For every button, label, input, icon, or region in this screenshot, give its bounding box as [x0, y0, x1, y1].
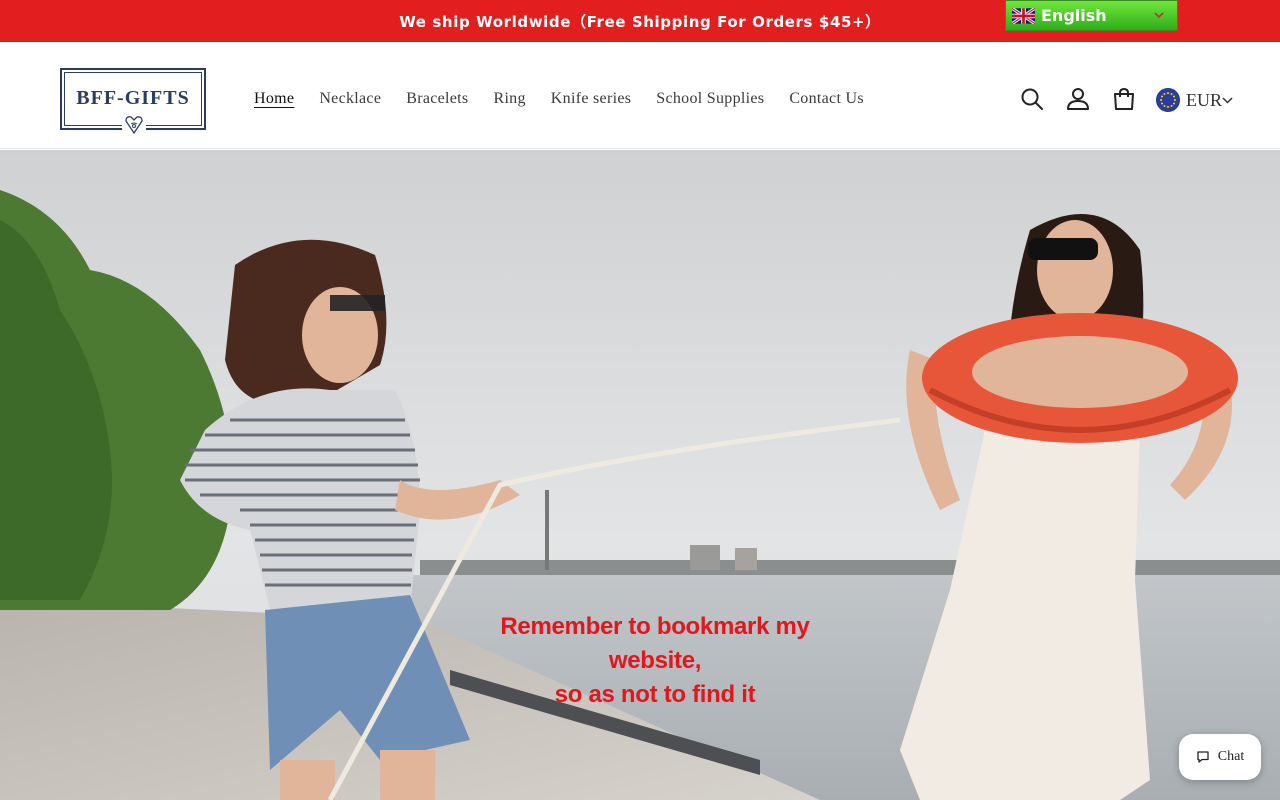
chevron-down-icon: [1222, 96, 1233, 104]
nav-school-supplies[interactable]: School Supplies: [656, 90, 764, 108]
logo-text: BFF-GIFTS: [73, 87, 193, 110]
currency-selector[interactable]: EUR: [1156, 87, 1233, 113]
search-icon[interactable]: [1019, 86, 1045, 112]
announcement-text: We ship Worldwide（Free Shipping For Orde…: [399, 12, 881, 31]
site-header: BFF-GIFTS Home Necklace Bracelets Ring K…: [0, 42, 1280, 149]
nav-necklace[interactable]: Necklace: [319, 90, 381, 108]
chat-label: Chat: [1217, 749, 1245, 764]
hero-caption: Remember to bookmark my website, so as n…: [460, 610, 850, 712]
chat-button[interactable]: Chat: [1179, 734, 1261, 780]
language-selector[interactable]: English: [1005, 0, 1178, 31]
cart-icon[interactable]: [1111, 86, 1137, 112]
currency-label: EUR: [1186, 89, 1222, 110]
nav-ring[interactable]: Ring: [493, 90, 525, 108]
nav-bracelets[interactable]: Bracelets: [406, 90, 468, 108]
nav-home[interactable]: Home: [254, 90, 294, 108]
main-nav: Home Necklace Bracelets Ring Knife serie…: [254, 90, 889, 108]
chat-bubble-icon: [1197, 751, 1209, 763]
heart-gift-icon: [122, 114, 146, 136]
brand-logo[interactable]: BFF-GIFTS: [60, 68, 206, 136]
nav-contact-us[interactable]: Contact Us: [789, 90, 864, 108]
language-label: English: [1041, 6, 1107, 25]
eu-flag-icon: [1156, 88, 1180, 112]
uk-flag-icon: [1012, 7, 1035, 24]
account-icon[interactable]: [1065, 86, 1091, 112]
hero-caption-line2: so as not to find it: [554, 681, 756, 708]
hero-banner: Remember to bookmark my website, so as n…: [0, 150, 1280, 800]
chevron-down-icon: [1154, 12, 1164, 19]
announcement-bar: We ship Worldwide（Free Shipping For Orde…: [0, 0, 1280, 42]
hero-caption-line1: Remember to bookmark my website,: [500, 613, 810, 674]
nav-knife-series[interactable]: Knife series: [551, 90, 631, 108]
